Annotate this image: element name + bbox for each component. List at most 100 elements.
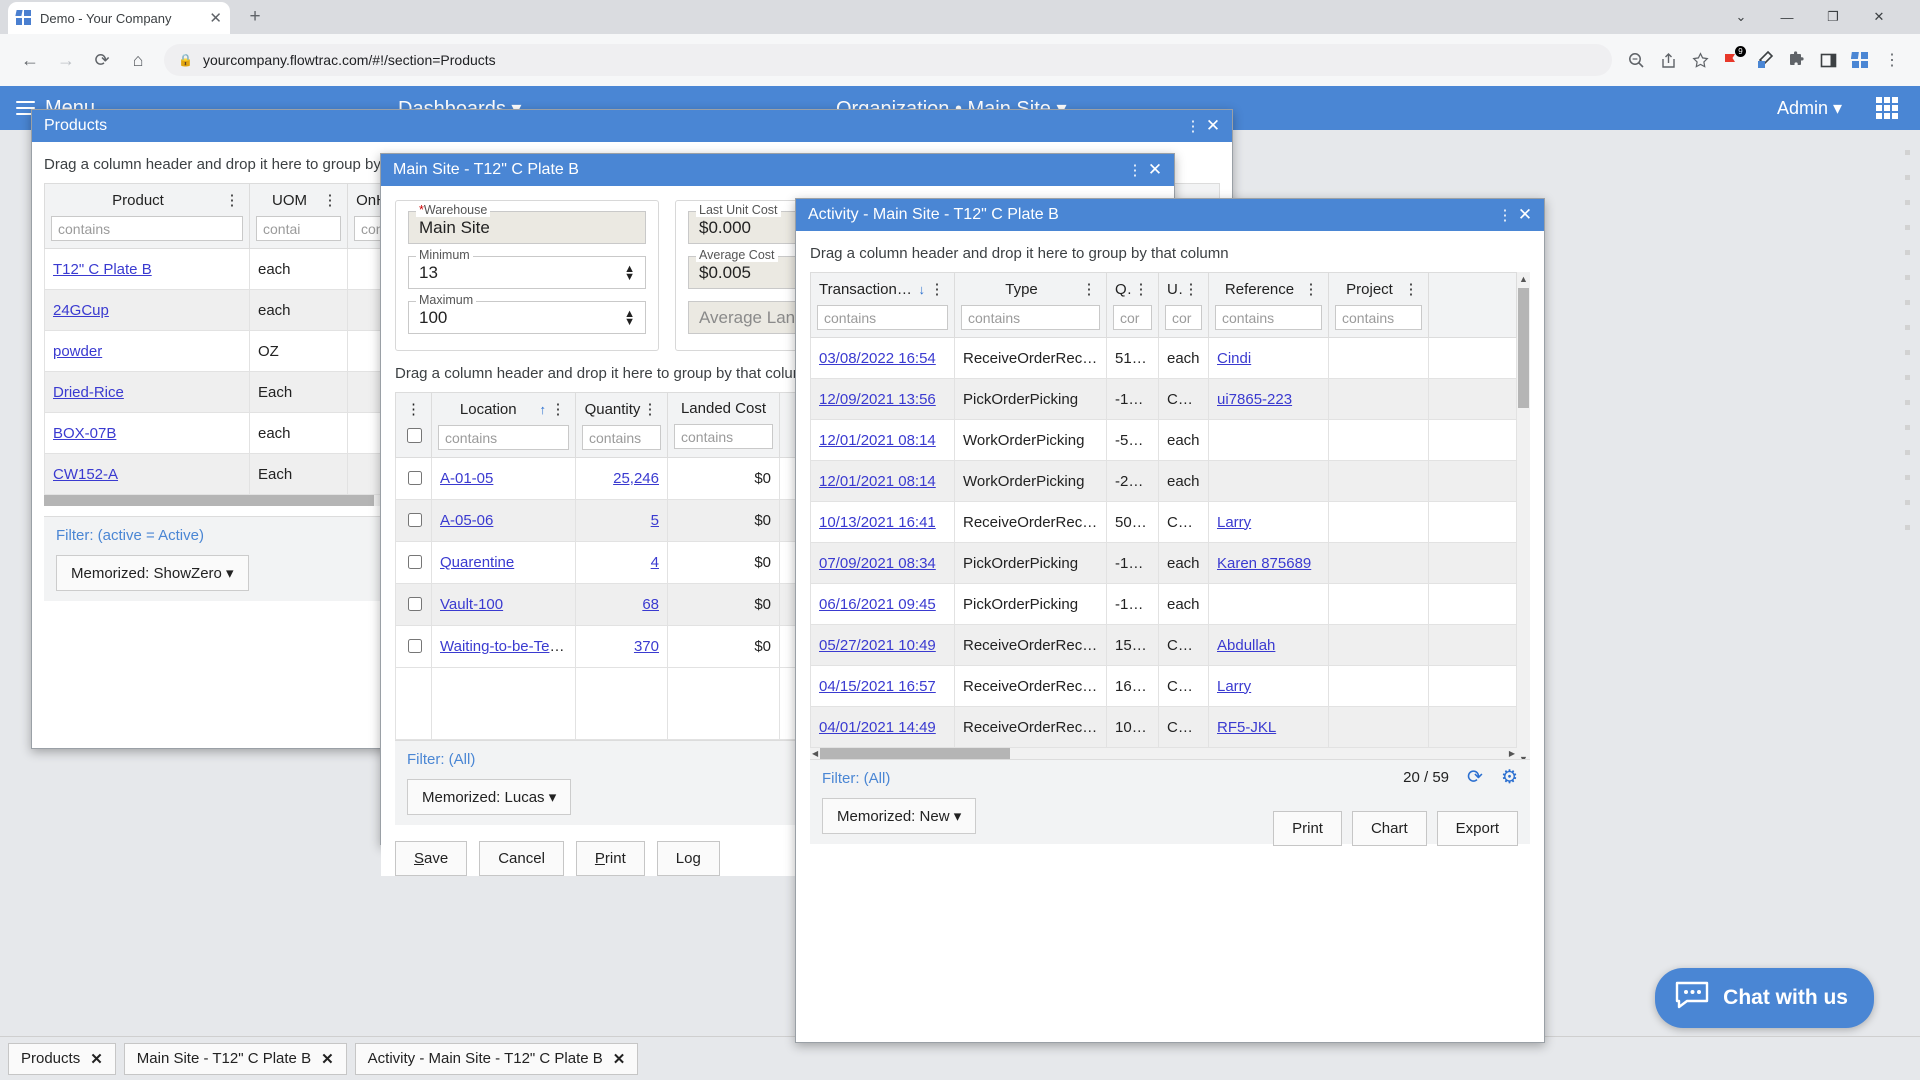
column-type-menu-icon[interactable]: ⋮ xyxy=(1080,280,1098,298)
filter-transaction-date-input[interactable] xyxy=(817,305,948,330)
reference-link[interactable]: ui7865-223 xyxy=(1217,391,1292,408)
save-button[interactable]: SSaveave xyxy=(395,841,468,876)
taskbar-item-main-site[interactable]: Main Site - T12" C Plate B ✕ xyxy=(123,1042,347,1075)
detail-window-menu-icon[interactable]: ⋮ xyxy=(1126,161,1144,179)
row-checkbox[interactable] xyxy=(408,555,422,569)
transaction-date-link[interactable]: 06/16/2021 09:45 xyxy=(819,596,936,613)
detail-window-close-icon[interactable]: ✕ xyxy=(1144,160,1166,180)
home-icon[interactable]: ⌂ xyxy=(120,42,156,78)
activity-window-titlebar[interactable]: Activity - Main Site - T12" C Plate B ⋮ … xyxy=(796,199,1544,231)
column-product-menu-icon[interactable]: ⋮ xyxy=(223,191,241,209)
activity-export-button[interactable]: Export xyxy=(1436,811,1518,846)
filter-reference-input[interactable] xyxy=(1215,305,1322,330)
new-tab-button[interactable]: + xyxy=(242,6,268,30)
cancel-button[interactable]: Cancel xyxy=(479,841,564,876)
table-row[interactable]: 07/09/2021 08:34 PickOrderPicking-150.00e… xyxy=(810,542,1517,584)
print-button[interactable]: Print xyxy=(575,841,645,876)
taskbar-close-icon[interactable]: ✕ xyxy=(613,1050,626,1068)
product-link[interactable]: 24GCup xyxy=(53,302,109,319)
extension-badge-icon[interactable]: 9 xyxy=(1716,42,1748,78)
column-uom-menu-icon[interactable]: ⋮ xyxy=(321,191,339,209)
row-checkbox[interactable] xyxy=(408,471,422,485)
taskbar-item-activity[interactable]: Activity - Main Site - T12" C Plate B ✕ xyxy=(354,1042,639,1075)
table-row[interactable]: 12/01/2021 08:14 WorkOrderPicking-200.00e… xyxy=(810,460,1517,502)
back-icon[interactable]: ← xyxy=(12,42,48,78)
table-row[interactable]: 03/08/2022 16:54 ReceiveOrderReceiv... 51.… xyxy=(810,337,1517,379)
chat-with-us-button[interactable]: Chat with us xyxy=(1655,968,1874,1028)
column-uom-menu-icon[interactable]: ⋮ xyxy=(1182,280,1200,298)
location-link[interactable]: Waiting-to-be-Tested xyxy=(440,638,575,655)
transaction-date-link[interactable]: 12/01/2021 08:14 xyxy=(819,432,936,449)
transaction-date-link[interactable]: 05/27/2021 10:49 xyxy=(819,637,936,654)
quantity-link[interactable]: 4 xyxy=(651,554,659,571)
table-row[interactable]: 04/01/2021 14:49 ReceiveOrderReceiv... 10.… xyxy=(810,706,1517,748)
column-project[interactable]: Project ⋮ xyxy=(1328,272,1429,338)
filter-landed-cost-input[interactable] xyxy=(674,424,773,449)
share-icon[interactable] xyxy=(1652,42,1684,78)
taskbar-close-icon[interactable]: ✕ xyxy=(90,1050,103,1068)
location-link[interactable]: A-05-06 xyxy=(440,512,493,529)
forward-icon[interactable]: → xyxy=(48,42,84,78)
admin-menu[interactable]: Admin ▾ xyxy=(1777,98,1842,119)
column-type[interactable]: Type ⋮ xyxy=(954,272,1107,338)
table-row[interactable]: 12/09/2021 13:56 PickOrderPicking -15.00 Ca… xyxy=(810,378,1517,420)
table-row[interactable]: 04/15/2021 16:57 ReceiveOrderReceiv... 160… xyxy=(810,665,1517,707)
quantity-link[interactable]: 68 xyxy=(642,596,659,613)
taskbar-close-icon[interactable]: ✕ xyxy=(321,1050,334,1068)
product-link[interactable]: CW152-A xyxy=(53,466,118,483)
table-row[interactable]: 12/01/2021 08:14 WorkOrderPicking -50.00 ea… xyxy=(810,419,1517,461)
column-qty-menu-icon[interactable]: ⋮ xyxy=(1132,280,1150,298)
filter-uom-input[interactable] xyxy=(1165,305,1202,330)
quantity-link[interactable]: 370 xyxy=(634,638,659,655)
column-select-menu-icon[interactable]: ⋮ xyxy=(405,400,423,418)
chrome-menu-icon[interactable]: ⋮ xyxy=(1876,42,1908,78)
table-row[interactable]: 10/13/2021 16:41 ReceiveOrderReceiv... 50.… xyxy=(810,501,1517,543)
location-link[interactable]: A-01-05 xyxy=(440,470,493,487)
transaction-date-link[interactable]: 03/08/2022 16:54 xyxy=(819,350,936,367)
filter-type-input[interactable] xyxy=(961,305,1100,330)
gear-icon[interactable]: ⚙ xyxy=(1501,766,1518,789)
zoom-icon[interactable] xyxy=(1620,42,1652,78)
filter-qty-input[interactable] xyxy=(1113,305,1152,330)
column-uom[interactable]: UOM ⋮ xyxy=(249,183,348,249)
column-product[interactable]: Product ⋮ xyxy=(44,183,250,249)
filter-project-input[interactable] xyxy=(1335,305,1422,330)
reference-link[interactable]: Larry xyxy=(1217,514,1251,531)
scroll-left-icon[interactable]: ◀ xyxy=(810,749,820,758)
maximum-stepper[interactable]: ▲ ▼ xyxy=(624,308,635,327)
product-link[interactable]: Dried-Rice xyxy=(53,384,124,401)
transaction-date-link[interactable]: 07/09/2021 08:34 xyxy=(819,555,936,572)
scroll-right-icon[interactable]: ▶ xyxy=(1507,749,1517,758)
reference-link[interactable]: RF5-JKL xyxy=(1217,719,1276,736)
column-location-menu-icon[interactable]: ⋮ xyxy=(549,400,567,418)
product-link[interactable]: T12" C Plate B xyxy=(53,261,152,278)
select-all-checkbox[interactable] xyxy=(406,428,422,443)
transaction-date-link[interactable]: 10/13/2021 16:41 xyxy=(819,514,936,531)
taskbar-item-products[interactable]: Products ✕ xyxy=(8,1042,116,1075)
column-select-all[interactable]: ⋮ xyxy=(395,392,432,458)
activity-chart-button[interactable]: Chart xyxy=(1351,811,1427,846)
location-link[interactable]: Vault-100 xyxy=(440,596,503,613)
activity-print-button[interactable]: Print xyxy=(1273,811,1342,846)
filter-location-input[interactable] xyxy=(438,425,569,450)
products-window-close-icon[interactable]: ✕ xyxy=(1202,116,1224,136)
reference-link[interactable]: Cindi xyxy=(1217,350,1251,367)
address-bar[interactable]: 🔒 yourcompany.flowtrac.com/#!/section=Pr… xyxy=(164,44,1612,76)
bookmark-star-icon[interactable] xyxy=(1684,42,1716,78)
product-link[interactable]: BOX-07B xyxy=(53,425,116,442)
column-reference-menu-icon[interactable]: ⋮ xyxy=(1302,280,1320,298)
puzzle-extensions-icon[interactable] xyxy=(1780,42,1812,78)
reload-icon[interactable]: ⟳ xyxy=(84,42,120,78)
side-panel-icon[interactable] xyxy=(1812,42,1844,78)
column-transaction-date[interactable]: Transaction Dat...↓⋮ xyxy=(810,272,955,338)
scroll-up-icon[interactable]: ▲ xyxy=(1517,274,1530,284)
refresh-icon[interactable]: ⟳ xyxy=(1467,766,1483,789)
activity-grid-vscrollbar[interactable]: ▲ ▼ xyxy=(1517,272,1530,766)
filter-uom-input[interactable] xyxy=(256,216,341,241)
table-row[interactable]: 05/27/2021 10:49 ReceiveOrderReceiv... 150… xyxy=(810,624,1517,666)
browser-tab[interactable]: Demo - Your Company ✕ xyxy=(8,2,230,34)
detail-memorized-dropdown[interactable]: Memorized: Lucas ▾ xyxy=(407,779,572,815)
product-link[interactable]: powder xyxy=(53,343,102,360)
quantity-link[interactable]: 25,246 xyxy=(613,470,659,487)
quantity-link[interactable]: 5 xyxy=(651,512,659,529)
